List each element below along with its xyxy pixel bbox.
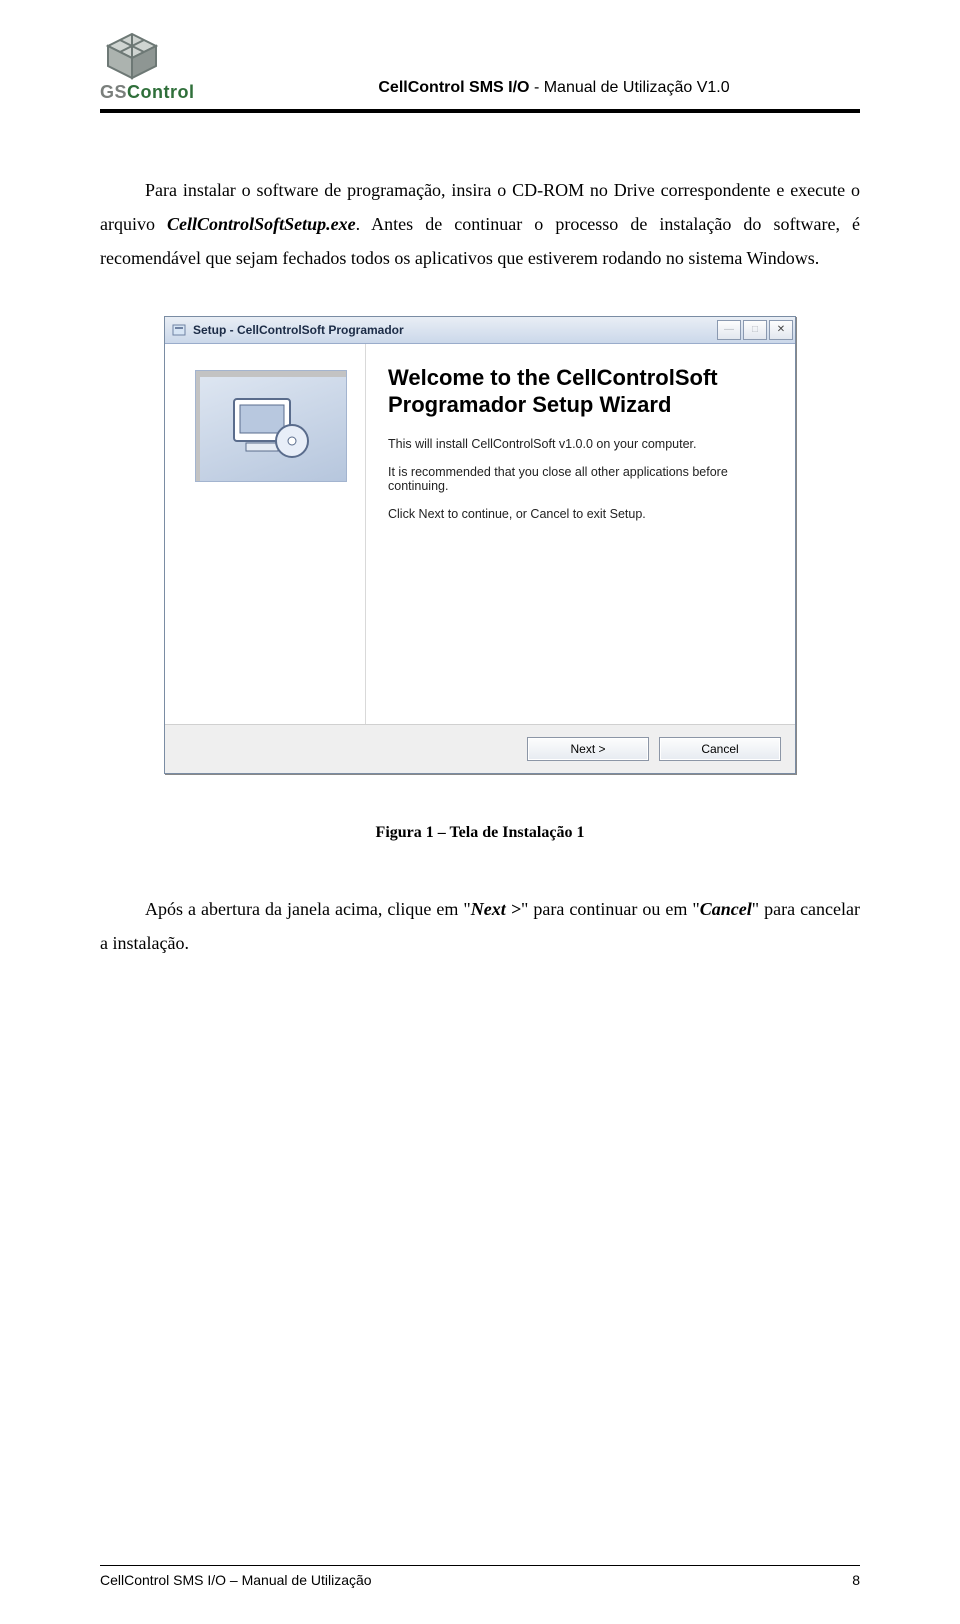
body-text: Para instalar o software de programação,… — [100, 173, 860, 276]
maximize-button[interactable]: □ — [743, 320, 767, 340]
close-button[interactable]: ✕ — [769, 320, 793, 340]
footer-divider — [100, 1565, 860, 1567]
page-number: 8 — [852, 1572, 860, 1588]
logo-cube-icon — [100, 30, 164, 82]
logo: GSControl — [100, 30, 230, 103]
wizard-graphic — [195, 370, 347, 482]
next-button[interactable]: Next > — [527, 737, 649, 761]
document-header-title: CellControl SMS I/O - Manual de Utilizaç… — [248, 79, 860, 103]
minimize-button[interactable]: — — [717, 320, 741, 340]
body-text-2: Após a abertura da janela acima, clique … — [100, 892, 860, 960]
filename: CellControlSoftSetup.exe — [167, 214, 356, 234]
installer-body: Welcome to the CellControlSoft Programad… — [165, 344, 795, 724]
wizard-button-row: Next > Cancel — [165, 724, 795, 773]
wizard-main-column: Welcome to the CellControlSoft Programad… — [366, 344, 795, 724]
window-buttons: — □ ✕ — [717, 320, 793, 340]
paragraph-1: Para instalar o software de programação,… — [100, 173, 860, 276]
window-title: Setup - CellControlSoft Programador — [193, 323, 717, 337]
header: GSControl CellControl SMS I/O - Manual d… — [100, 30, 860, 103]
wizard-text-line-1: This will install CellControlSoft v1.0.0… — [388, 437, 769, 451]
footer: CellControl SMS I/O – Manual de Utilizaç… — [100, 1565, 860, 1589]
wizard-side-panel — [165, 344, 366, 724]
figure-caption: Figura 1 – Tela de Instalação 1 — [100, 824, 860, 842]
footer-left: CellControl SMS I/O – Manual de Utilizaç… — [100, 1572, 372, 1588]
wizard-text-line-2: It is recommended that you close all oth… — [388, 465, 769, 493]
wizard-text-line-3: Click Next to continue, or Cancel to exi… — [388, 507, 769, 521]
titlebar: Setup - CellControlSoft Programador — □ … — [165, 317, 795, 344]
wizard-welcome-heading: Welcome to the CellControlSoft Programad… — [388, 364, 769, 419]
cancel-button[interactable]: Cancel — [659, 737, 781, 761]
setup-app-icon — [171, 322, 187, 338]
paragraph-2: Após a abertura da janela acima, clique … — [100, 892, 860, 960]
header-divider — [100, 109, 860, 113]
logo-text-gs: GS — [100, 82, 127, 102]
installer-window: Setup - CellControlSoft Programador — □ … — [164, 316, 796, 774]
logo-text: GSControl — [100, 82, 230, 103]
cd-computer-icon — [226, 391, 316, 461]
logo-text-control: Control — [127, 82, 194, 102]
